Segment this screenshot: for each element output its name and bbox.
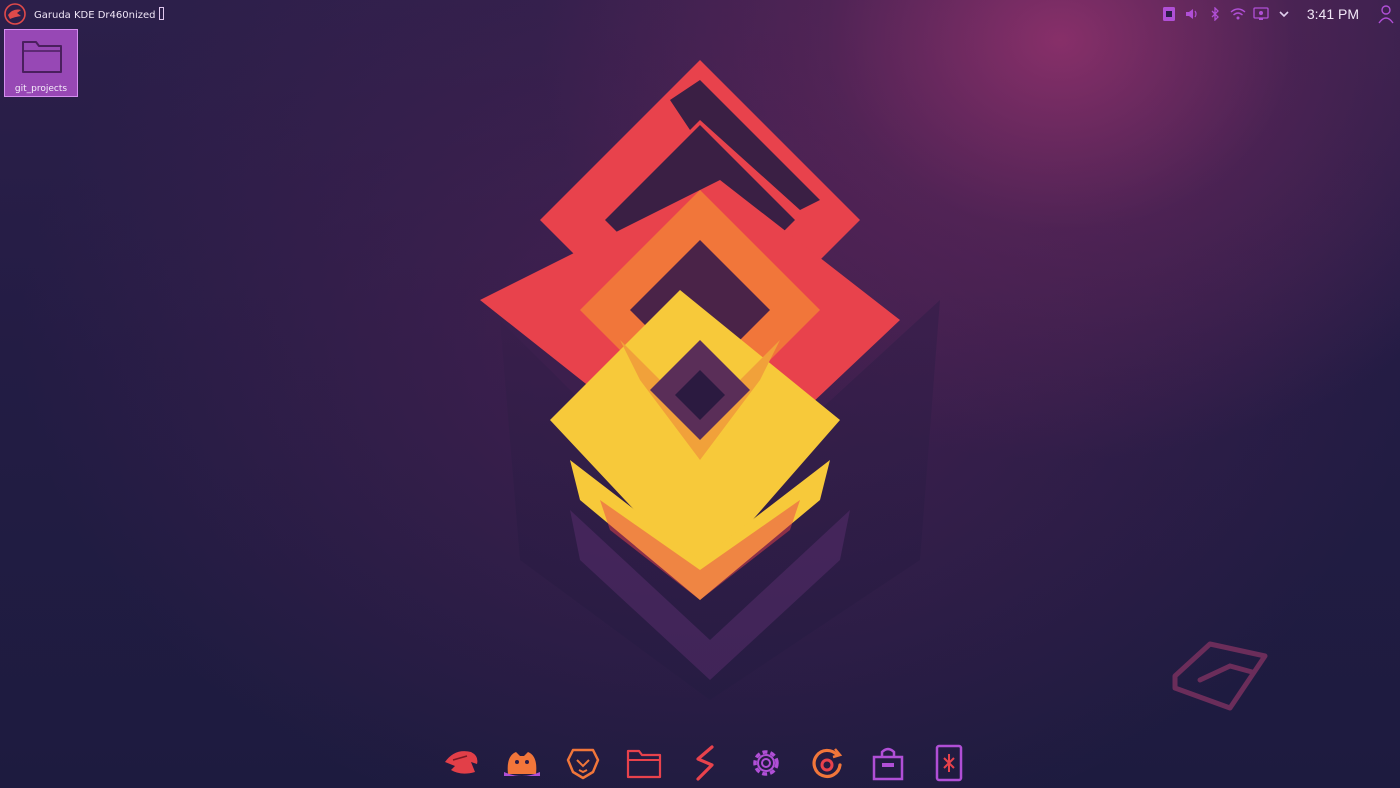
volume-icon[interactable] — [1183, 5, 1201, 23]
window-title-text: Garuda KDE Dr460nized — [34, 10, 156, 21]
desktop[interactable]: Garuda KDE Dr460nized 3:41 PM git_projec… — [0, 0, 1400, 788]
garuda-welcome-icon[interactable] — [430, 740, 491, 786]
user-icon[interactable] — [1376, 4, 1396, 24]
update-icon[interactable] — [796, 740, 857, 786]
kde-connect-icon[interactable] — [918, 740, 979, 786]
cursor-marker-icon — [158, 7, 164, 20]
software-store-icon[interactable] — [857, 740, 918, 786]
display-config-icon[interactable] — [1252, 5, 1270, 23]
clipboard-icon[interactable] — [1160, 5, 1178, 23]
active-window-title: Garuda KDE Dr460nized — [34, 7, 164, 21]
bluetooth-icon[interactable] — [1206, 5, 1224, 23]
top-panel: Garuda KDE Dr460nized 3:41 PM — [0, 0, 1400, 28]
garuda-logo-icon — [1172, 641, 1268, 711]
brave-icon[interactable] — [552, 740, 613, 786]
file-manager-icon[interactable] — [613, 740, 674, 786]
wallpaper-artwork — [480, 60, 940, 700]
wifi-icon[interactable] — [1229, 5, 1247, 23]
clock[interactable]: 3:41 PM — [1307, 6, 1359, 22]
app-launcher-button[interactable] — [4, 3, 26, 25]
system-tray: 3:41 PM — [1155, 0, 1400, 28]
chevron-down-icon[interactable] — [1275, 5, 1293, 23]
folder-label: git_projects — [14, 84, 68, 94]
desktop-folder-git-projects[interactable]: git_projects — [4, 29, 78, 97]
system-monitor-icon[interactable] — [674, 740, 735, 786]
settings-gear-icon[interactable] — [735, 740, 796, 786]
garuda-eagle-icon — [4, 3, 26, 25]
firefox-icon[interactable] — [491, 740, 552, 786]
dock — [430, 740, 979, 786]
folder-icon — [22, 41, 62, 73]
